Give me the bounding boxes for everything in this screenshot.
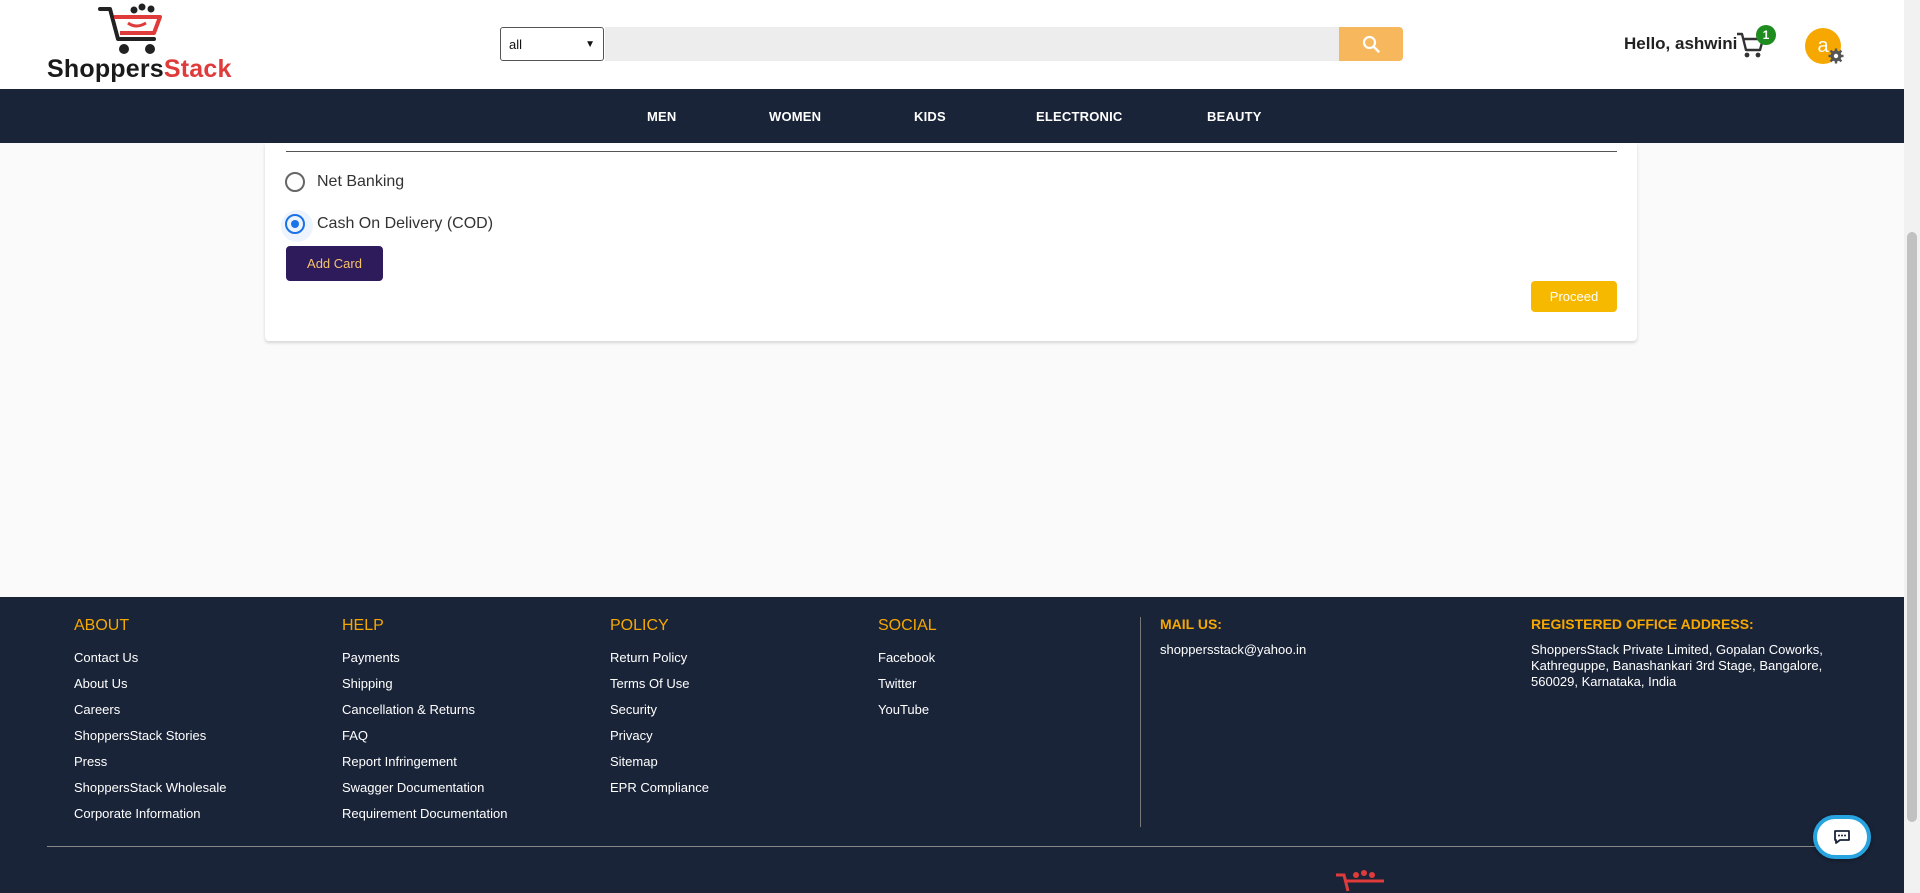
footer-link[interactable]: Privacy [610, 727, 709, 753]
page-scrollbar[interactable] [1904, 0, 1920, 893]
nav-item-electronic[interactable]: ELECTRONIC [1036, 109, 1123, 124]
search-button[interactable] [1339, 27, 1403, 61]
footer-link[interactable]: Swagger Documentation [342, 779, 507, 805]
footer-link[interactable]: Requirement Documentation [342, 805, 507, 831]
nav-item-kids[interactable]: KIDS [914, 109, 946, 124]
scrollbar-thumb[interactable] [1907, 232, 1917, 822]
nav-item-men[interactable]: MEN [647, 109, 677, 124]
footer-link[interactable]: Sitemap [610, 753, 709, 779]
footer-link[interactable]: FAQ [342, 727, 507, 753]
footer-link[interactable]: ShoppersStack Wholesale [74, 779, 226, 805]
payment-card: Net Banking Cash On Delivery (COD) Add C… [265, 143, 1637, 341]
footer-divider [1140, 617, 1141, 827]
footer-link-youtube[interactable]: YouTube [878, 701, 937, 727]
footer-column-help: HELP Payments Shipping Cancellation & Re… [342, 617, 507, 831]
footer-link-facebook[interactable]: Facebook [878, 649, 937, 675]
category-select[interactable]: all ▼ [500, 27, 604, 61]
chevron-down-icon: ▼ [585, 38, 595, 50]
header: ShoppersStack all ▼ Hello, ashwini 1 a [0, 0, 1904, 89]
payment-option-cod[interactable]: Cash On Delivery (COD) [281, 210, 494, 242]
footer-bottom-divider [47, 846, 1857, 847]
chat-button[interactable] [1813, 815, 1871, 859]
mail-heading: MAIL US: [1160, 616, 1222, 632]
footer-link[interactable]: Payments [342, 649, 507, 675]
footer-link[interactable]: Contact Us [74, 649, 226, 675]
footer-heading: ABOUT [74, 617, 130, 634]
nav-item-beauty[interactable]: BEAUTY [1207, 109, 1262, 124]
search-input[interactable] [605, 27, 1340, 61]
divider [286, 151, 1617, 152]
footer-mail: MAIL US: shoppersstack@yahoo.in [1160, 616, 1306, 658]
footer-link[interactable]: Corporate Information [74, 805, 226, 831]
footer-link[interactable]: Security [610, 701, 709, 727]
office-heading: REGISTERED OFFICE ADDRESS: [1531, 616, 1754, 632]
brand-name: ShoppersStack [47, 55, 232, 83]
footer-office-address: REGISTERED OFFICE ADDRESS: ShoppersStack… [1531, 616, 1851, 690]
footer-link-twitter[interactable]: Twitter [878, 675, 937, 701]
footer-column-social: SOCIAL Facebook Twitter YouTube [878, 617, 937, 727]
radio-focus-halo [281, 210, 313, 242]
footer-link[interactable]: Careers [74, 701, 226, 727]
footer-link[interactable]: ShoppersStack Stories [74, 727, 226, 753]
footer-heading: HELP [342, 617, 384, 634]
footer-heading: SOCIAL [878, 617, 937, 634]
footer-link[interactable]: Cancellation & Returns [342, 701, 507, 727]
footer-column-about: ABOUT Contact Us About Us Careers Shoppe… [74, 617, 226, 831]
payment-option-label: Cash On Delivery (COD) [317, 215, 494, 232]
footer-column-policy: POLICY Return Policy Terms Of Use Securi… [610, 617, 709, 805]
brand-logo[interactable]: ShoppersStack [46, 3, 246, 85]
gear-icon[interactable] [1828, 48, 1844, 64]
chat-icon [1834, 830, 1850, 844]
cart-logo-icon [98, 3, 162, 54]
footer-link[interactable]: Terms Of Use [610, 675, 709, 701]
footer-link[interactable]: Report Infringement [342, 753, 507, 779]
mail-email[interactable]: shoppersstack@yahoo.in [1160, 642, 1306, 658]
nav-item-women[interactable]: WOMEN [769, 109, 821, 124]
search-bar: all ▼ [500, 27, 1403, 61]
footer-link[interactable]: Return Policy [610, 649, 709, 675]
payment-option-net-banking[interactable]: Net Banking [285, 170, 404, 194]
footer-link[interactable]: About Us [74, 675, 226, 701]
footer-link[interactable]: Shipping [342, 675, 507, 701]
footer-link[interactable]: EPR Compliance [610, 779, 709, 805]
payment-option-label: Net Banking [317, 173, 405, 190]
search-icon [1362, 35, 1380, 53]
footer-heading: POLICY [610, 617, 669, 634]
footer-link[interactable]: Press [74, 753, 226, 779]
footer: ABOUT Contact Us About Us Careers Shoppe… [0, 597, 1904, 893]
user-greeting: Hello, ashwini [1624, 34, 1738, 53]
add-card-button[interactable]: Add Card [286, 246, 383, 281]
proceed-button[interactable]: Proceed [1531, 281, 1617, 312]
category-nav: MEN WOMEN KIDS ELECTRONIC BEAUTY [0, 89, 1904, 143]
office-address: ShoppersStack Private Limited, Gopalan C… [1531, 642, 1823, 689]
cart-count-badge: 1 [1756, 25, 1776, 45]
cod-radio[interactable] [281, 210, 313, 242]
cart-logo-icon [1336, 870, 1384, 892]
net-banking-radio[interactable] [285, 172, 305, 192]
